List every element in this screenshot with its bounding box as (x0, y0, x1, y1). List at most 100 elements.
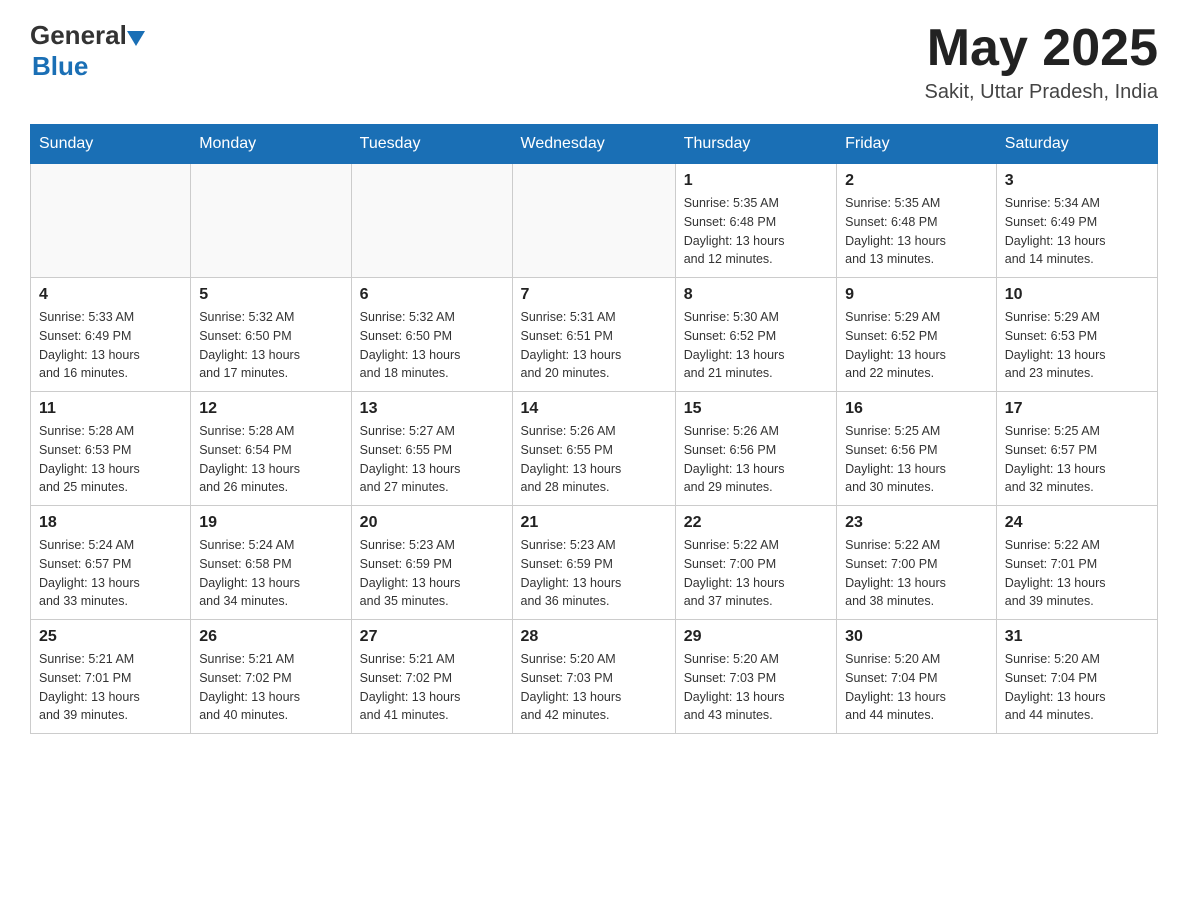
calendar-cell (351, 164, 512, 278)
weekday-header: Wednesday (512, 125, 675, 164)
weekday-header: Tuesday (351, 125, 512, 164)
day-number: 15 (684, 400, 828, 418)
day-info: Sunrise: 5:20 AM Sunset: 7:04 PM Dayligh… (845, 650, 988, 725)
calendar-cell: 9 Sunrise: 5:29 AM Sunset: 6:52 PM Daylig… (837, 278, 997, 392)
day-info: Sunrise: 5:32 AM Sunset: 6:50 PM Dayligh… (199, 308, 342, 383)
day-info: Sunrise: 5:20 AM Sunset: 7:03 PM Dayligh… (684, 650, 828, 725)
day-info: Sunrise: 5:24 AM Sunset: 6:58 PM Dayligh… (199, 536, 342, 611)
day-number: 5 (199, 286, 342, 304)
day-number: 21 (521, 514, 667, 532)
day-info: Sunrise: 5:28 AM Sunset: 6:54 PM Dayligh… (199, 422, 342, 497)
day-info: Sunrise: 5:26 AM Sunset: 6:55 PM Dayligh… (521, 422, 667, 497)
day-number: 17 (1005, 400, 1149, 418)
day-info: Sunrise: 5:26 AM Sunset: 6:56 PM Dayligh… (684, 422, 828, 497)
day-number: 22 (684, 514, 828, 532)
day-info: Sunrise: 5:21 AM Sunset: 7:02 PM Dayligh… (360, 650, 504, 725)
calendar-cell (31, 164, 191, 278)
day-info: Sunrise: 5:29 AM Sunset: 6:52 PM Dayligh… (845, 308, 988, 383)
calendar-week-row: 1Sunrise: 5:35 AM Sunset: 6:48 PM Daylig… (31, 164, 1158, 278)
day-number: 25 (39, 628, 182, 646)
day-info: Sunrise: 5:32 AM Sunset: 6:50 PM Dayligh… (360, 308, 504, 383)
calendar-cell: 23Sunrise: 5:22 AM Sunset: 7:00 PM Dayli… (837, 506, 997, 620)
day-number: 29 (684, 628, 828, 646)
day-number: 30 (845, 628, 988, 646)
calendar-cell: 18Sunrise: 5:24 AM Sunset: 6:57 PM Dayli… (31, 506, 191, 620)
calendar-header-row: SundayMondayTuesdayWednesdayThursdayFrid… (31, 125, 1158, 164)
day-info: Sunrise: 5:31 AM Sunset: 6:51 PM Dayligh… (521, 308, 667, 383)
weekday-header: Thursday (675, 125, 836, 164)
day-info: Sunrise: 5:22 AM Sunset: 7:00 PM Dayligh… (684, 536, 828, 611)
logo: General Blue (30, 20, 145, 82)
calendar-cell: 19 Sunrise: 5:24 AM Sunset: 6:58 PM Dayli… (191, 506, 351, 620)
day-info: Sunrise: 5:27 AM Sunset: 6:55 PM Dayligh… (360, 422, 504, 497)
day-number: 23 (845, 514, 988, 532)
day-number: 27 (360, 628, 504, 646)
day-info: Sunrise: 5:28 AM Sunset: 6:53 PM Dayligh… (39, 422, 182, 497)
day-number: 19 (199, 514, 342, 532)
day-number: 31 (1005, 628, 1149, 646)
day-number: 8 (684, 286, 828, 304)
calendar-cell: 8Sunrise: 5:30 AM Sunset: 6:52 PM Daylig… (675, 278, 836, 392)
calendar-cell: 29 Sunrise: 5:20 AM Sunset: 7:03 PM Dayli… (675, 620, 836, 734)
day-info: Sunrise: 5:22 AM Sunset: 7:01 PM Dayligh… (1005, 536, 1149, 611)
calendar-cell: 24 Sunrise: 5:22 AM Sunset: 7:01 PM Dayli… (996, 506, 1157, 620)
calendar-cell (512, 164, 675, 278)
calendar-cell: 26Sunrise: 5:21 AM Sunset: 7:02 PM Dayli… (191, 620, 351, 734)
month-year-title: May 2025 (925, 20, 1158, 77)
weekday-header: Monday (191, 125, 351, 164)
weekday-header: Friday (837, 125, 997, 164)
day-number: 10 (1005, 286, 1149, 304)
calendar-cell: 6 Sunrise: 5:32 AM Sunset: 6:50 PM Daylig… (351, 278, 512, 392)
calendar-cell: 17Sunrise: 5:25 AM Sunset: 6:57 PM Dayli… (996, 392, 1157, 506)
day-number: 16 (845, 400, 988, 418)
calendar-cell: 3 Sunrise: 5:34 AM Sunset: 6:49 PM Daylig… (996, 164, 1157, 278)
day-info: Sunrise: 5:20 AM Sunset: 7:04 PM Dayligh… (1005, 650, 1149, 725)
calendar-cell (191, 164, 351, 278)
calendar-cell: 1Sunrise: 5:35 AM Sunset: 6:48 PM Daylig… (675, 164, 836, 278)
day-number: 24 (1005, 514, 1149, 532)
weekday-header: Saturday (996, 125, 1157, 164)
calendar-cell: 16 Sunrise: 5:25 AM Sunset: 6:56 PM Dayli… (837, 392, 997, 506)
day-number: 11 (39, 400, 182, 418)
day-number: 3 (1005, 172, 1149, 190)
day-info: Sunrise: 5:35 AM Sunset: 6:48 PM Dayligh… (845, 194, 988, 269)
calendar-cell: 13 Sunrise: 5:27 AM Sunset: 6:55 PM Dayli… (351, 392, 512, 506)
day-info: Sunrise: 5:25 AM Sunset: 6:56 PM Dayligh… (845, 422, 988, 497)
title-section: May 2025 Sakit, Uttar Pradesh, India (925, 20, 1158, 104)
day-info: Sunrise: 5:21 AM Sunset: 7:02 PM Dayligh… (199, 650, 342, 725)
logo-general-text: General (30, 20, 127, 51)
day-info: Sunrise: 5:21 AM Sunset: 7:01 PM Dayligh… (39, 650, 182, 725)
calendar-week-row: 11 Sunrise: 5:28 AM Sunset: 6:53 PM Dayli… (31, 392, 1158, 506)
day-info: Sunrise: 5:20 AM Sunset: 7:03 PM Dayligh… (521, 650, 667, 725)
day-number: 9 (845, 286, 988, 304)
calendar-cell: 7Sunrise: 5:31 AM Sunset: 6:51 PM Daylig… (512, 278, 675, 392)
logo-blue-text: Blue (32, 51, 88, 82)
day-number: 13 (360, 400, 504, 418)
calendar-cell: 30 Sunrise: 5:20 AM Sunset: 7:04 PM Dayli… (837, 620, 997, 734)
day-number: 6 (360, 286, 504, 304)
day-info: Sunrise: 5:23 AM Sunset: 6:59 PM Dayligh… (360, 536, 504, 611)
calendar-cell: 11 Sunrise: 5:28 AM Sunset: 6:53 PM Dayli… (31, 392, 191, 506)
day-number: 20 (360, 514, 504, 532)
calendar-cell: 20 Sunrise: 5:23 AM Sunset: 6:59 PM Dayli… (351, 506, 512, 620)
calendar-cell: 31 Sunrise: 5:20 AM Sunset: 7:04 PM Dayli… (996, 620, 1157, 734)
calendar-cell: 4Sunrise: 5:33 AM Sunset: 6:49 PM Daylig… (31, 278, 191, 392)
calendar-cell: 21Sunrise: 5:23 AM Sunset: 6:59 PM Dayli… (512, 506, 675, 620)
day-number: 14 (521, 400, 667, 418)
day-info: Sunrise: 5:24 AM Sunset: 6:57 PM Dayligh… (39, 536, 182, 611)
calendar-cell: 12Sunrise: 5:28 AM Sunset: 6:54 PM Dayli… (191, 392, 351, 506)
calendar-cell: 27 Sunrise: 5:21 AM Sunset: 7:02 PM Dayli… (351, 620, 512, 734)
calendar-cell: 28 Sunrise: 5:20 AM Sunset: 7:03 PM Dayli… (512, 620, 675, 734)
calendar-week-row: 4Sunrise: 5:33 AM Sunset: 6:49 PM Daylig… (31, 278, 1158, 392)
page-header: General Blue May 2025 Sakit, Uttar Prade… (30, 20, 1158, 104)
day-info: Sunrise: 5:34 AM Sunset: 6:49 PM Dayligh… (1005, 194, 1149, 269)
calendar-cell: 15 Sunrise: 5:26 AM Sunset: 6:56 PM Dayli… (675, 392, 836, 506)
calendar-table: SundayMondayTuesdayWednesdayThursdayFrid… (30, 124, 1158, 734)
day-number: 28 (521, 628, 667, 646)
calendar-cell: 14 Sunrise: 5:26 AM Sunset: 6:55 PM Dayli… (512, 392, 675, 506)
day-info: Sunrise: 5:35 AM Sunset: 6:48 PM Dayligh… (684, 194, 828, 269)
calendar-cell: 2 Sunrise: 5:35 AM Sunset: 6:48 PM Daylig… (837, 164, 997, 278)
location-subtitle: Sakit, Uttar Pradesh, India (925, 81, 1158, 104)
day-number: 2 (845, 172, 988, 190)
weekday-header: Sunday (31, 125, 191, 164)
